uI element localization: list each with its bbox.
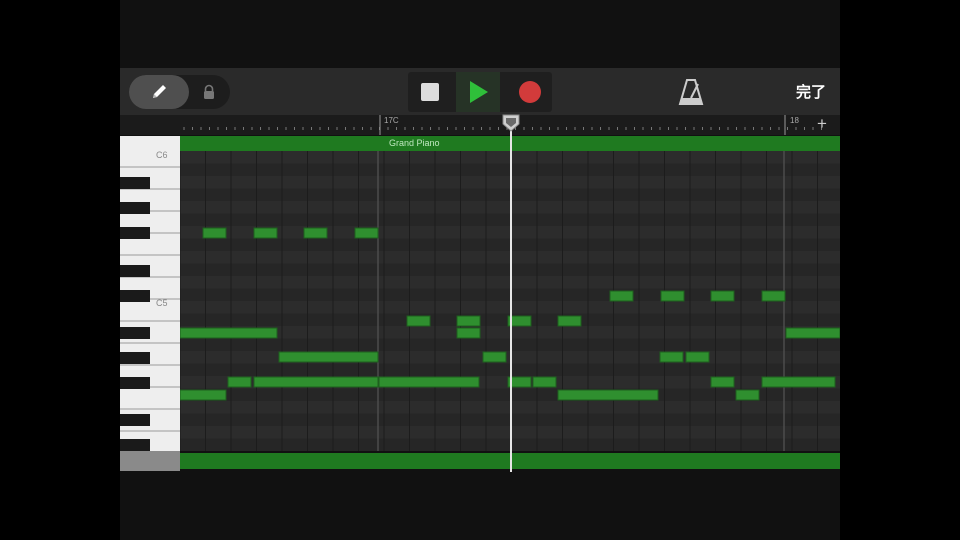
key-label-c5: C5 [156,298,168,308]
midi-note [180,327,278,339]
metronome-icon[interactable] [678,78,704,106]
piano-keyboard[interactable]: C6 C5 [120,136,180,451]
midi-note [456,327,481,339]
midi-note [378,376,480,388]
midi-note [710,376,735,388]
midi-note [735,389,760,401]
midi-note [406,315,431,327]
midi-note [761,376,836,388]
record-button[interactable] [508,72,552,112]
midi-note [354,227,379,239]
midi-note [685,351,710,363]
keyboard-footer [120,451,180,471]
piano-roll-editor: 完了 17C 18 + Grand Piano C6 C5 [120,0,840,540]
midi-note [557,315,582,327]
midi-note [482,351,507,363]
midi-note [557,389,659,401]
edit-mode-toggle [129,75,230,109]
region-name: Grand Piano [389,138,440,148]
midi-note [180,389,227,401]
pencil-button[interactable] [129,75,189,109]
midi-note [609,290,634,302]
lock-icon[interactable] [201,84,217,100]
transport-controls [408,72,552,112]
toolbar: 完了 [120,68,840,115]
play-icon [470,81,488,103]
midi-note [456,315,481,327]
add-button[interactable]: + [817,114,827,134]
midi-note [785,327,840,339]
key-label-c6: C6 [156,150,168,160]
piano-keys [120,166,180,451]
midi-note [761,290,786,302]
midi-note [532,376,557,388]
midi-note [202,227,227,239]
midi-note [253,227,278,239]
bar-number-18: 18 [790,116,799,125]
midi-note [710,290,735,302]
playhead-line [510,115,512,472]
midi-note [303,227,328,239]
midi-note [659,351,684,363]
playhead-handle[interactable] [501,114,521,132]
bar-number-17: 17C [384,116,399,125]
midi-note [227,376,252,388]
stop-icon [421,83,439,101]
midi-note [278,351,379,363]
pencil-icon [153,85,166,98]
record-icon [519,81,541,103]
play-button[interactable] [456,72,500,112]
stop-button[interactable] [408,72,452,112]
midi-note [253,376,379,388]
midi-note [660,290,685,302]
timeline-ruler[interactable]: 17C 18 + [120,114,840,135]
done-button[interactable]: 完了 [796,81,826,102]
